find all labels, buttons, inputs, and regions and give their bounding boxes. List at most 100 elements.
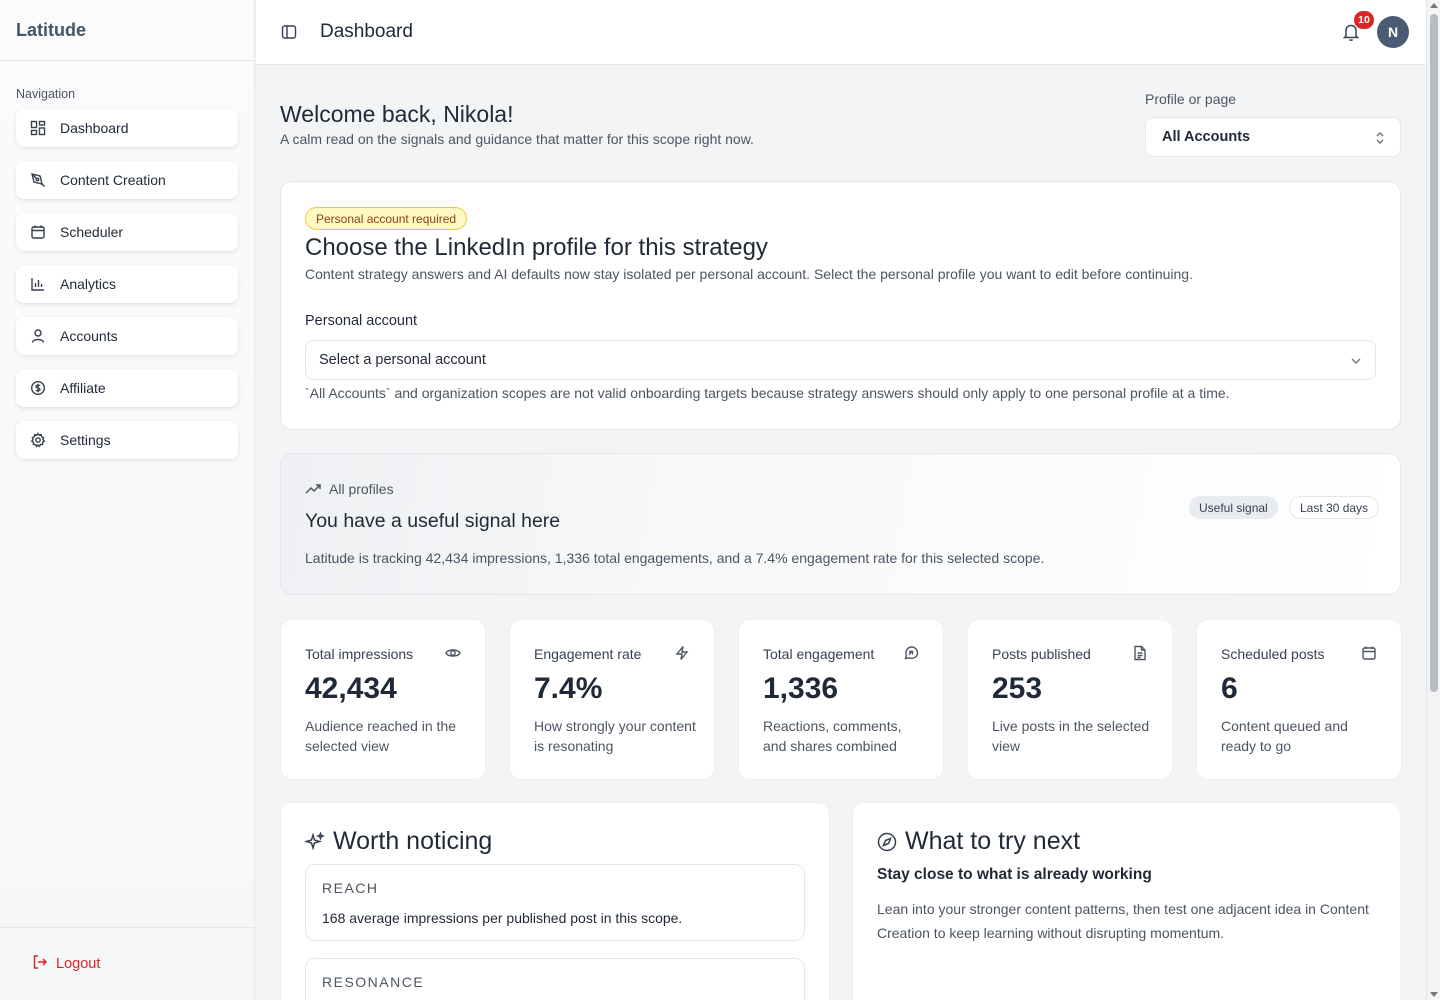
insight-text: 168 average impressions per published po…	[322, 910, 683, 926]
insight-item-reach: REACH 168 average impressions per publis…	[305, 864, 805, 941]
user-icon	[16, 328, 60, 344]
stat-card-impressions: Total impressions 42,434 Audience reache…	[280, 619, 486, 780]
signal-kicker-label: All profiles	[329, 481, 394, 497]
page-title: Dashboard	[320, 21, 413, 42]
try-next-text: Lean into your stronger content patterns…	[877, 901, 1369, 941]
stat-value: 253	[992, 672, 1043, 705]
sidebar-item-accounts[interactable]: Accounts	[16, 317, 238, 355]
sidebar-item-scheduler[interactable]: Scheduler	[16, 213, 238, 251]
document-icon	[1132, 645, 1148, 666]
signal-title: You have a useful signal here	[305, 510, 561, 532]
stat-label: Engagement rate	[534, 646, 642, 662]
sidebar: Latitude Navigation Dashboard Content Cr…	[0, 0, 255, 1000]
gear-icon	[16, 432, 60, 448]
stat-card-posts-published: Posts published 253 Live posts in the se…	[967, 619, 1173, 780]
trending-up-icon	[305, 484, 321, 494]
personal-account-select[interactable]: Select a personal account	[305, 340, 1376, 380]
signal-description: Latitude is tracking 42,434 impressions,…	[305, 550, 1045, 566]
try-next-card: What to try next Stay close to what is a…	[852, 802, 1401, 1000]
stat-card-total-engagement: Total engagement 1,336 Reactions, commen…	[738, 619, 944, 780]
strategy-note: `All Accounts` and organization scopes a…	[305, 385, 1230, 401]
stat-value: 42,434	[305, 672, 397, 705]
sidebar-toggle-icon[interactable]	[280, 23, 298, 41]
stat-value: 1,336	[763, 672, 839, 705]
insight-label: RESONANCE	[322, 974, 425, 990]
bar-chart-icon	[16, 276, 60, 292]
compass-icon	[877, 832, 897, 851]
chevron-down-icon	[1349, 354, 1363, 372]
useful-signal-chip: Useful signal	[1189, 496, 1278, 519]
sidebar-item-label: Settings	[60, 432, 111, 448]
stat-label: Scheduled posts	[1221, 646, 1325, 662]
dollar-circle-icon	[16, 380, 60, 396]
stat-description: Content queued and ready to go	[1221, 718, 1348, 754]
stat-label: Total impressions	[305, 646, 414, 662]
status-badge: Personal account required	[305, 207, 468, 230]
stat-label: Total engagement	[763, 646, 875, 662]
nav-section-label: Navigation	[16, 87, 76, 101]
stat-description: Live posts in the selected view	[992, 718, 1150, 754]
bolt-icon	[674, 645, 690, 666]
worth-noticing-card: Worth noticing REACH 168 average impress…	[280, 802, 830, 1000]
personal-account-placeholder: Select a personal account	[319, 352, 486, 368]
nav-list: Dashboard Content Creation Scheduler Ana…	[0, 109, 254, 459]
page-scrollbar[interactable]	[1426, 0, 1440, 1000]
stat-value: 6	[1221, 672, 1238, 705]
try-next-title: What to try next	[877, 827, 1080, 856]
sidebar-item-dashboard[interactable]: Dashboard	[16, 109, 238, 147]
insight-item-resonance: RESONANCE	[305, 958, 805, 1000]
stat-description: Reactions, comments, and shares combined	[763, 718, 902, 754]
sidebar-item-label: Affiliate	[60, 380, 106, 396]
sidebar-item-label: Dashboard	[60, 120, 129, 136]
stat-value: 7.4%	[534, 672, 603, 705]
brand-logo[interactable]: Latitude	[0, 0, 254, 61]
scrollbar-thumb[interactable]	[1430, 14, 1438, 692]
sidebar-item-label: Analytics	[60, 276, 117, 292]
notification-badge: 10	[1354, 11, 1374, 29]
welcome-title: Welcome back, Nikola!	[280, 101, 514, 127]
sidebar-item-settings[interactable]: Settings	[16, 421, 238, 459]
avatar[interactable]: N	[1377, 16, 1409, 48]
worth-noticing-title: Worth noticing	[305, 827, 492, 856]
sidebar-item-content-creation[interactable]: Content Creation	[16, 161, 238, 199]
scroll-down-arrow-icon[interactable]	[1430, 992, 1438, 997]
eye-icon	[445, 645, 461, 666]
message-circle-icon	[903, 645, 919, 666]
calendar-icon	[1361, 645, 1377, 666]
calendar-icon	[16, 224, 60, 240]
pen-icon	[16, 172, 60, 188]
date-range-chip: Last 30 days	[1289, 496, 1380, 519]
insight-label: REACH	[322, 880, 379, 896]
stat-card-scheduled-posts: Scheduled posts 6 Content queued and rea…	[1196, 619, 1402, 780]
stat-label: Posts published	[992, 646, 1091, 662]
logout-icon	[32, 954, 48, 974]
sidebar-item-affiliate[interactable]: Affiliate	[16, 369, 238, 407]
scroll-up-arrow-icon[interactable]	[1430, 3, 1438, 8]
strategy-description: Content strategy answers and AI defaults…	[305, 266, 1193, 282]
logout-button[interactable]: Logout	[0, 927, 254, 1000]
stat-card-engagement-rate: Engagement rate 7.4% How strongly your c…	[509, 619, 715, 780]
worth-noticing-label: Worth noticing	[333, 827, 493, 855]
dashboard-icon	[16, 120, 60, 136]
profile-select-value: All Accounts	[1162, 129, 1251, 145]
sidebar-item-label: Accounts	[60, 328, 118, 344]
sidebar-item-label: Content Creation	[60, 172, 166, 188]
stat-description: How strongly your content is resonating	[534, 718, 696, 754]
sidebar-item-label: Scheduler	[60, 224, 124, 240]
strategy-title: Choose the LinkedIn profile for this str…	[305, 234, 768, 261]
try-next-subtitle: Stay close to what is already working	[877, 866, 1152, 883]
signal-card: All profiles You have a useful signal he…	[280, 453, 1401, 595]
main-content: Welcome back, Nikola! A calm read on the…	[256, 65, 1426, 1000]
strategy-card: Personal account required Choose the Lin…	[280, 181, 1401, 430]
chevron-up-down-icon	[1374, 130, 1386, 150]
stat-description: Audience reached in the selected view	[305, 718, 456, 754]
profile-select-label: Profile or page	[1145, 91, 1237, 107]
welcome-subtitle: A calm read on the signals and guidance …	[280, 131, 754, 147]
sparkles-icon	[305, 831, 325, 851]
logout-label: Logout	[56, 956, 101, 972]
sidebar-item-analytics[interactable]: Analytics	[16, 265, 238, 303]
try-next-label: What to try next	[905, 827, 1081, 855]
topbar: Dashboard 10 N	[256, 0, 1426, 65]
profile-select[interactable]: All Accounts	[1145, 117, 1401, 157]
personal-account-label: Personal account	[305, 313, 418, 329]
